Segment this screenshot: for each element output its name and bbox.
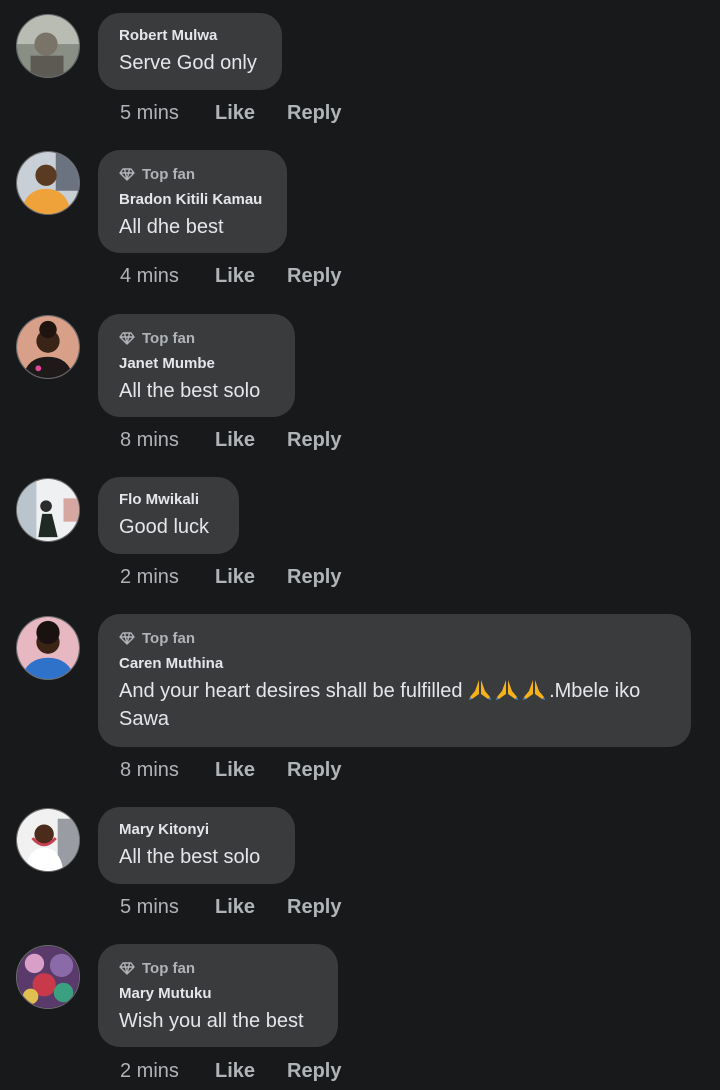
comment-time[interactable]: 8 mins: [120, 759, 215, 782]
comment-author[interactable]: Flo Mwikali: [119, 491, 217, 509]
reply-button[interactable]: Reply: [287, 429, 341, 452]
comment-time[interactable]: 2 mins: [120, 566, 215, 589]
comment-actions: 8 mins Like Reply: [120, 759, 341, 782]
comment-actions: 4 mins Like Reply: [120, 265, 341, 288]
avatar[interactable]: [16, 478, 80, 542]
comment-bubble[interactable]: Top fan Mary Mutuku Wish you all the bes…: [98, 944, 338, 1047]
folded-hands-emoji: [523, 680, 546, 700]
like-button[interactable]: Like: [215, 566, 287, 589]
comment-author[interactable]: Mary Kitonyi: [119, 821, 273, 839]
comment-actions: 5 mins Like Reply: [120, 896, 341, 919]
badge-label: Top fan: [142, 959, 196, 977]
like-button[interactable]: Like: [215, 896, 287, 919]
comment-text: Wish you all the best: [119, 1010, 304, 1032]
diamond-icon: [119, 332, 135, 345]
comment-bubble[interactable]: Robert Mulwa Serve God only: [98, 13, 282, 90]
comment-actions: 2 mins Like Reply: [120, 1060, 341, 1083]
comment-author[interactable]: Caren Muthina: [119, 655, 669, 673]
comments-list: Robert Mulwa Serve God only 5 mins Like Re…: [0, 0, 720, 1090]
top-fan-badge: Top fan: [119, 628, 669, 648]
reply-button[interactable]: Reply: [287, 759, 341, 782]
comment-bubble[interactable]: Top fan Bradon Kitili Kamau All dhe best: [98, 150, 287, 253]
avatar[interactable]: [16, 808, 80, 872]
comment-text: Good luck: [119, 516, 210, 538]
comment-text: All the best solo: [119, 380, 261, 402]
comment-time[interactable]: 2 mins: [120, 1060, 215, 1083]
top-fan-badge: Top fan: [119, 958, 316, 978]
comment-actions: 2 mins Like Reply: [120, 566, 341, 589]
avatar[interactable]: [16, 616, 80, 680]
comment-actions: 8 mins Like Reply: [120, 429, 341, 452]
comment-text: All the best solo: [119, 846, 261, 868]
comment-text: All dhe best: [119, 216, 224, 238]
diamond-icon: [119, 168, 135, 181]
like-button[interactable]: Like: [215, 102, 287, 125]
comment-bubble[interactable]: Mary Kitonyi All the best solo: [98, 807, 295, 884]
avatar[interactable]: [16, 14, 80, 78]
comment-time[interactable]: 8 mins: [120, 429, 215, 452]
comment-bubble[interactable]: Flo Mwikali Good luck: [98, 477, 239, 554]
badge-label: Top fan: [142, 329, 196, 347]
comment-bubble[interactable]: Top fan Janet Mumbe All the best solo: [98, 314, 295, 417]
reply-button[interactable]: Reply: [287, 896, 341, 919]
like-button[interactable]: Like: [215, 429, 287, 452]
like-button[interactable]: Like: [215, 265, 287, 288]
comment-time[interactable]: 5 mins: [120, 102, 215, 125]
top-fan-badge: Top fan: [119, 164, 265, 184]
diamond-icon: [119, 962, 135, 975]
comment-text: Serve God only: [119, 52, 257, 74]
avatar[interactable]: [16, 945, 80, 1009]
comment-time[interactable]: 5 mins: [120, 896, 215, 919]
avatar[interactable]: [16, 315, 80, 379]
like-button[interactable]: Like: [215, 759, 287, 782]
reply-button[interactable]: Reply: [287, 1060, 341, 1083]
comment-author[interactable]: Janet Mumbe: [119, 355, 273, 373]
reply-button[interactable]: Reply: [287, 102, 341, 125]
badge-label: Top fan: [142, 629, 196, 647]
comment-time[interactable]: 4 mins: [120, 265, 215, 288]
reply-button[interactable]: Reply: [287, 265, 341, 288]
diamond-icon: [119, 632, 135, 645]
badge-label: Top fan: [142, 165, 196, 183]
comment-author[interactable]: Robert Mulwa: [119, 27, 260, 45]
like-button[interactable]: Like: [215, 1060, 287, 1083]
folded-hands-emoji: [469, 680, 492, 700]
avatar[interactable]: [16, 151, 80, 215]
top-fan-badge: Top fan: [119, 328, 273, 348]
comment-bubble[interactable]: Top fan Caren Muthina And your heart des…: [98, 614, 691, 747]
comment-text-before: And your heart desires shall be fulfille…: [119, 680, 469, 702]
comment-author[interactable]: Bradon Kitili Kamau: [119, 191, 265, 209]
comment-author[interactable]: Mary Mutuku: [119, 985, 316, 1003]
comment-actions: 5 mins Like Reply: [120, 102, 341, 125]
reply-button[interactable]: Reply: [287, 566, 341, 589]
folded-hands-emoji: [496, 680, 519, 700]
comment-text: And your heart desires shall be fulfille…: [119, 677, 669, 733]
